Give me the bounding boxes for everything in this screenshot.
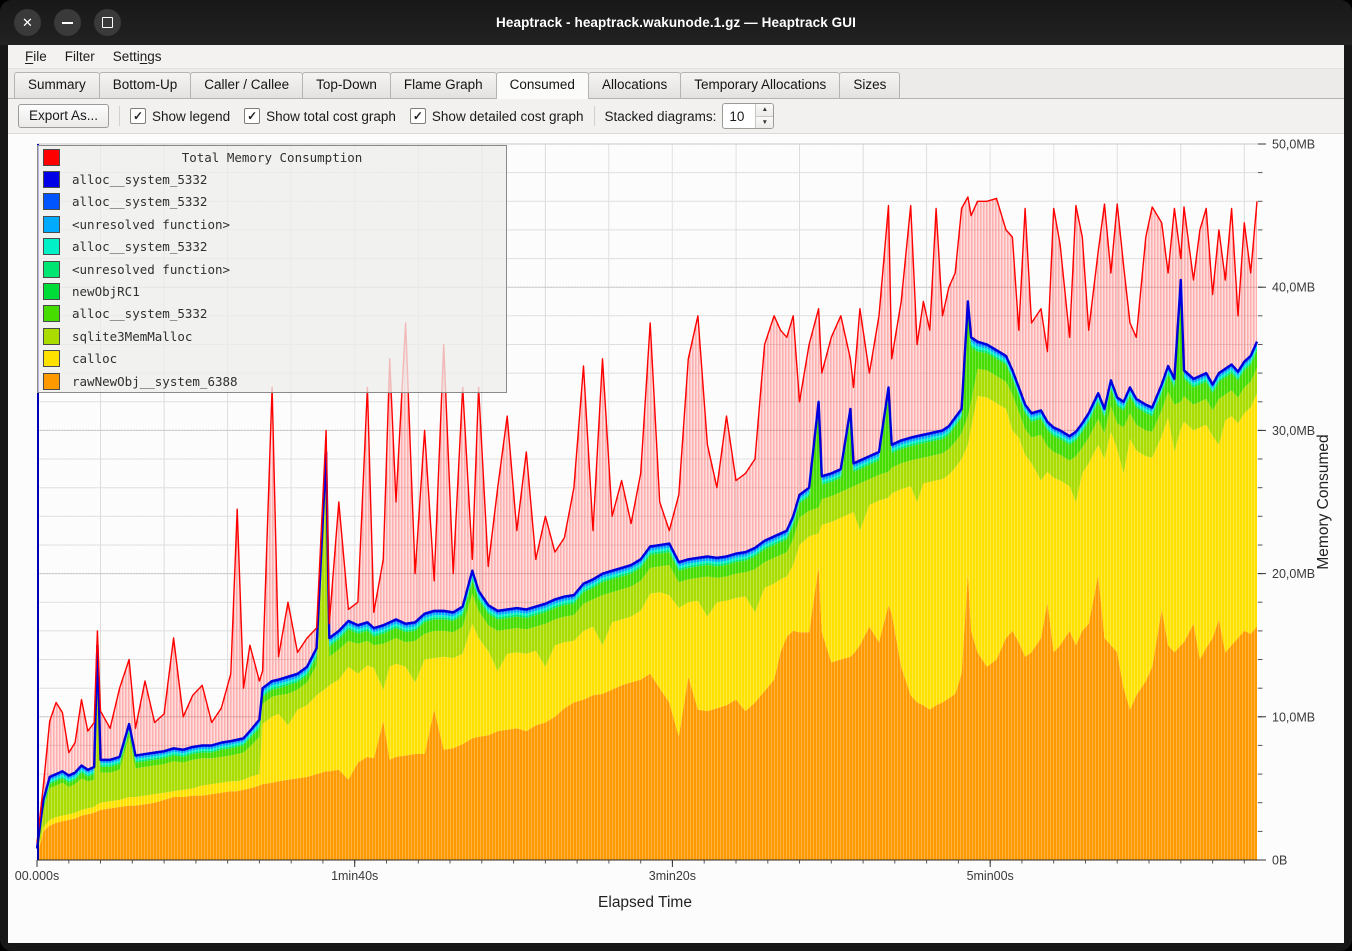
legend-item: <unresolved function> [38,213,506,235]
consumed-chart[interactable]: 00.000s 1min40s 3min20s 5min00s 0B 10,0MB 20,0… [8,134,1344,943]
y-tick-label: 20,0MB [1272,567,1315,581]
maximize-icon [102,17,113,28]
tab-caller-callee[interactable]: Caller / Callee [190,72,303,98]
stacked-diagrams-value: 10 [723,104,755,128]
legend-swatch [43,350,60,367]
legend-swatch [43,283,60,300]
checkbox-show-detailed-cost-graph[interactable]: ✓ Show detailed cost graph [410,108,584,124]
minimize-button[interactable] [54,9,81,36]
legend-label: alloc__system_5332 [72,306,207,321]
tab-consumed[interactable]: Consumed [496,72,589,99]
x-tick-label: 3min20s [649,869,696,883]
legend-swatch [43,328,60,345]
legend-swatch [43,216,60,233]
legend-label: Total Memory Consumption [38,150,506,165]
toolbar-separator [594,106,595,126]
checkbox-label: Show total cost graph [266,109,396,124]
y-tick-label: 30,0MB [1272,424,1315,438]
legend-item: <unresolved function> [38,258,506,280]
legend-swatch [43,261,60,278]
stacked-diagrams-spinbox[interactable]: 10 ▲ ▼ [722,103,774,129]
tab-temporary-allocations[interactable]: Temporary Allocations [680,72,840,98]
x-tick-label: 5min00s [967,869,1014,883]
menu-item-settings[interactable]: Settings [104,47,171,66]
toolbar: Export As... ✓ Show legend ✓ Show total cos… [8,99,1344,134]
tab-bottom-up[interactable]: Bottom-Up [99,72,192,98]
tab-top-down[interactable]: Top-Down [302,72,391,98]
legend-swatch [43,373,60,390]
y-tick-label: 40,0MB [1272,281,1315,295]
checkbox-show-total-cost-graph[interactable]: ✓ Show total cost graph [244,108,396,124]
legend-item: rawNewObj__system_6388 [38,370,506,392]
legend-item: Total Memory Consumption [38,146,506,168]
checkbox-label: Show legend [152,109,230,124]
legend-swatch [43,305,60,322]
legend-item: alloc__system_5332 [38,236,506,258]
window-content: FileFilterSettings SummaryBottom-UpCalle… [8,45,1344,943]
tab-sizes[interactable]: Sizes [839,72,900,98]
legend-label: alloc__system_5332 [72,239,207,254]
checkbox-label: Show detailed cost graph [432,109,584,124]
toolbar-separator [119,106,120,126]
y-tick-label: 50,0MB [1272,138,1315,152]
legend-label: sqlite3MemMalloc [72,329,192,344]
chart-legend: Total Memory Consumption alloc__system_53… [37,145,507,393]
spin-up-button[interactable]: ▲ [756,104,773,117]
stacked-diagrams-label: Stacked diagrams: [605,109,717,124]
minimize-icon [62,22,73,24]
legend-label: alloc__system_5332 [72,194,207,209]
checkbox-show-legend[interactable]: ✓ Show legend [130,108,230,124]
checkmark-icon: ✓ [244,108,260,124]
legend-item: alloc__system_5332 [38,168,506,190]
legend-label: <unresolved function> [72,217,230,232]
checkmark-icon: ✓ [130,108,146,124]
legend-label: newObjRC1 [72,284,140,299]
x-tick-label: 1min40s [331,869,378,883]
legend-swatch [43,238,60,255]
legend-item: alloc__system_5332 [38,303,506,325]
y-tick-label: 0B [1272,854,1287,868]
export-as-button[interactable]: Export As... [18,104,109,128]
spin-down-button[interactable]: ▼ [756,117,773,129]
x-axis-title: Elapsed Time [598,894,692,911]
menu-item-filter[interactable]: Filter [56,47,104,66]
window-title: Heaptrack - heaptrack.wakunode.1.gz — He… [0,15,1352,30]
legend-label: rawNewObj__system_6388 [72,374,238,389]
title-bar: ✕ Heaptrack - heaptrack.wakunode.1.gz — … [0,0,1352,45]
close-button[interactable]: ✕ [14,9,41,36]
legend-swatch [43,171,60,188]
legend-item: calloc [38,348,506,370]
tab-bar: SummaryBottom-UpCaller / CalleeTop-DownF… [8,69,1344,99]
menu-bar: FileFilterSettings [8,45,1344,69]
tab-summary[interactable]: Summary [14,72,100,98]
app-window: ✕ Heaptrack - heaptrack.wakunode.1.gz — … [0,0,1352,951]
y-axis-title: Memory Consumed [1315,434,1332,569]
y-tick-label: 10,0MB [1272,710,1315,724]
legend-item: newObjRC1 [38,280,506,302]
x-tick-label: 00.000s [15,869,59,883]
tab-flame-graph[interactable]: Flame Graph [390,72,497,98]
legend-label: <unresolved function> [72,262,230,277]
legend-label: calloc [72,351,117,366]
legend-item: sqlite3MemMalloc [38,325,506,347]
maximize-button[interactable] [94,9,121,36]
legend-swatch [43,193,60,210]
menu-item-file[interactable]: File [16,47,56,66]
checkmark-icon: ✓ [410,108,426,124]
tab-allocations[interactable]: Allocations [588,72,681,98]
legend-label: alloc__system_5332 [72,172,207,187]
legend-item: alloc__system_5332 [38,191,506,213]
